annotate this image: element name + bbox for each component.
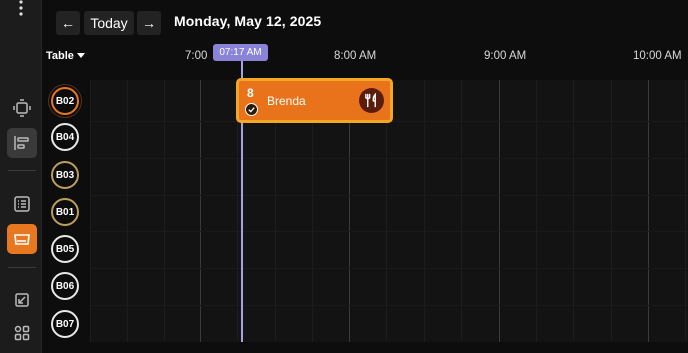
view-selector[interactable]: Table: [46, 50, 85, 62]
grid-line: [164, 80, 165, 342]
more-vertical-icon[interactable]: [19, 0, 23, 16]
sidebar-divider: [8, 267, 36, 268]
sidebar-divider: [8, 170, 36, 171]
grid-line: [573, 80, 574, 342]
time-label: 7:00: [185, 50, 208, 62]
row-line: [90, 158, 688, 159]
list-icon: [14, 196, 30, 212]
grid-line: [461, 80, 462, 342]
sidebar: [0, 0, 42, 353]
table-badge[interactable]: B05: [51, 235, 79, 263]
guest-name: Brenda: [267, 94, 306, 108]
caret-down-icon: [76, 52, 85, 58]
current-time-badge: 07:17 AM: [213, 44, 268, 61]
grid-line: [424, 80, 425, 342]
hour-line: [648, 80, 649, 342]
timeline-icon: [14, 136, 29, 150]
grid-line: [536, 80, 537, 342]
row-line: [90, 268, 688, 269]
sidebar-item-floorplan[interactable]: [7, 93, 37, 123]
sidebar-item-list[interactable]: [7, 189, 37, 219]
previous-day-button[interactable]: ←: [56, 11, 80, 35]
sidebar-item-timeline[interactable]: [7, 128, 37, 158]
grid-line: [685, 80, 686, 342]
time-label: 10:00 AM: [633, 50, 682, 62]
hour-line: [200, 80, 201, 342]
reservation-block[interactable]: 8 Brenda: [236, 78, 393, 123]
sidebar-item-apps[interactable]: [7, 318, 37, 348]
hour-line: [499, 80, 500, 342]
grid-line: [611, 80, 612, 342]
card-icon: [14, 234, 30, 245]
apps-grid-icon: [14, 325, 30, 341]
fork-knife-icon: [359, 88, 384, 113]
row-line: [90, 305, 688, 306]
table-badge[interactable]: B07: [51, 310, 79, 338]
check-icon: [245, 103, 258, 116]
table-badge[interactable]: B01: [51, 198, 79, 226]
table-badge[interactable]: B03: [51, 161, 79, 189]
next-day-button[interactable]: →: [137, 11, 161, 35]
grid-line: [90, 80, 91, 342]
table-badge[interactable]: B06: [51, 272, 79, 300]
arrow-in-icon: [15, 293, 29, 307]
table-layout-icon: [13, 99, 31, 117]
current-date: Monday, May 12, 2025: [174, 13, 322, 29]
party-size: 8: [247, 86, 254, 100]
today-button[interactable]: Today: [84, 11, 134, 35]
view-selector-label: Table: [46, 50, 74, 62]
time-label: 8:00 AM: [334, 50, 377, 62]
row-line: [90, 231, 688, 232]
row-line: [90, 195, 688, 196]
sidebar-item-checkin[interactable]: [7, 285, 37, 315]
sidebar-item-reservations[interactable]: [7, 224, 37, 254]
time-label: 9:00 AM: [484, 50, 527, 62]
grid-line: [127, 80, 128, 342]
table-badge[interactable]: B02: [51, 87, 79, 115]
table-badge[interactable]: B04: [51, 123, 79, 151]
